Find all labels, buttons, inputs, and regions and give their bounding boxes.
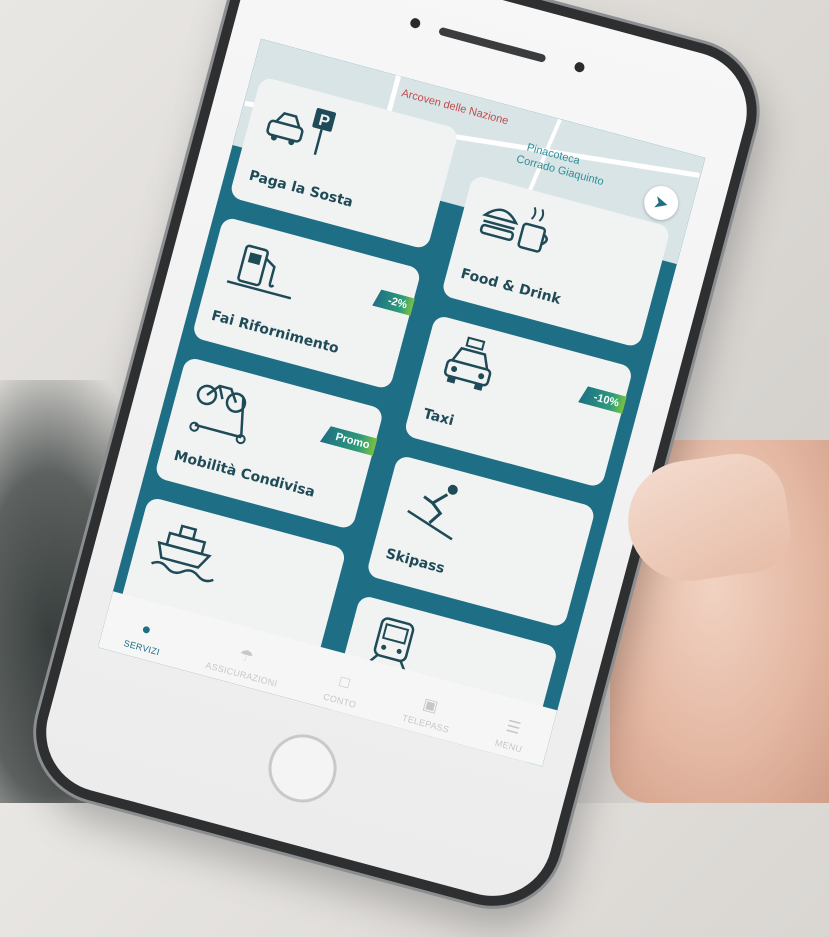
- tab-label: MENU: [493, 737, 524, 755]
- wallet-icon: □: [337, 673, 352, 693]
- umbrella-icon: ☂: [237, 646, 256, 667]
- earpiece-speaker: [438, 26, 547, 63]
- bike-scooter-icon: [189, 384, 247, 445]
- tab-telepass[interactable]: ▣ TELEPASS: [401, 689, 456, 735]
- tile-label: Paga la Sosta: [247, 167, 355, 211]
- taxi-icon: [443, 336, 492, 391]
- tile-skipass[interactable]: Skipass: [365, 454, 597, 629]
- map-pin-icon: ●: [139, 620, 154, 640]
- tab-label: CONTO: [322, 691, 358, 710]
- parking-car-icon: P: [266, 108, 336, 155]
- proximity-sensor: [573, 61, 586, 74]
- discount-badge: -2%: [372, 288, 415, 316]
- ferry-icon: [151, 524, 214, 583]
- tile-label: Taxi: [421, 405, 456, 430]
- tile-fai-rifornimento[interactable]: -2% Fai Rifornimento: [191, 216, 422, 391]
- home-button[interactable]: [260, 726, 345, 811]
- location-arrow-icon[interactable]: ➤: [640, 182, 682, 224]
- menu-icon: ☰: [504, 717, 523, 739]
- front-camera: [409, 17, 422, 30]
- tab-label: TELEPASS: [401, 712, 451, 735]
- tile-label: Fai Rifornimento: [209, 307, 341, 358]
- app-screen: Arcoven delle Nazione Pinacoteca Corrado…: [97, 38, 706, 767]
- tile-label: Mobilità Condivisa: [172, 447, 317, 501]
- fuel-pump-icon: [226, 244, 292, 300]
- burger-coffee-icon: [479, 207, 548, 253]
- discount-badge: -10%: [578, 385, 627, 414]
- tab-assicurazioni[interactable]: ☂ ASSICURAZIONI: [205, 637, 285, 688]
- tab-label: SERVIZI: [122, 638, 161, 658]
- tile-label: Food & Drink: [458, 265, 563, 308]
- tab-conto[interactable]: □ CONTO: [322, 670, 363, 710]
- tile-mobilita-condivisa[interactable]: Promo Mobilità Condivisa: [153, 356, 385, 531]
- tab-menu[interactable]: ☰ MENU: [494, 714, 530, 754]
- tile-taxi[interactable]: -10% Taxi: [403, 314, 634, 489]
- telepass-icon: ▣: [420, 695, 441, 717]
- tile-label: Skipass: [383, 545, 447, 578]
- tab-servizi[interactable]: ● SERVIZI: [123, 617, 167, 657]
- skier-icon: [407, 484, 458, 541]
- promo-badge: Promo: [320, 424, 378, 456]
